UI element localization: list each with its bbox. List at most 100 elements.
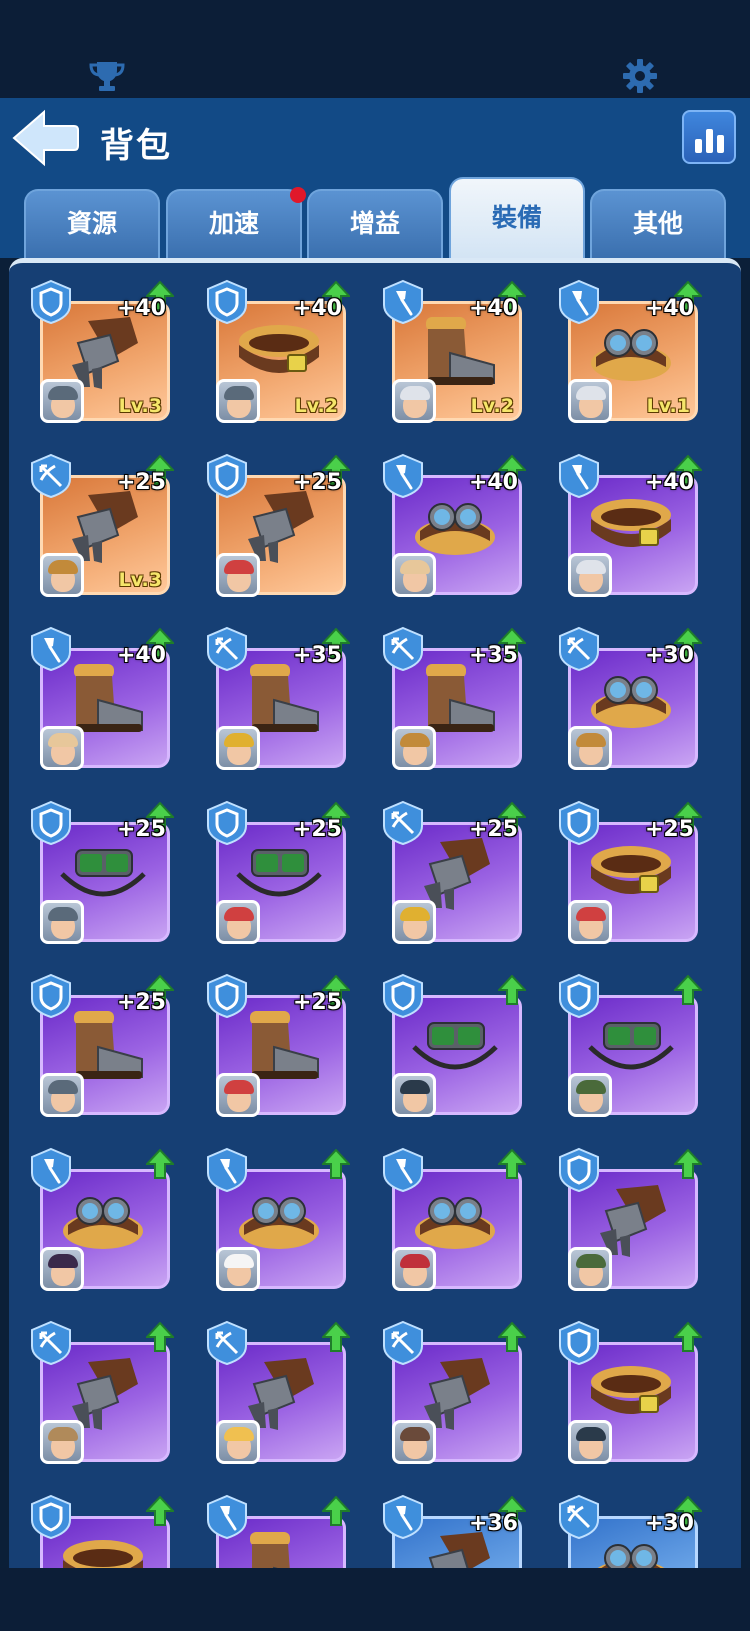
bonus-value: +40 <box>468 296 518 321</box>
equipment-item[interactable]: +25 <box>28 973 176 1121</box>
back-arrow-icon[interactable] <box>10 108 80 168</box>
equipment-item[interactable]: +30 <box>556 1494 704 1568</box>
shield-badge-icon <box>556 973 602 1019</box>
equipment-item[interactable] <box>380 973 528 1121</box>
equipment-item[interactable] <box>556 973 704 1121</box>
tab-2[interactable]: 增益 <box>307 189 443 259</box>
tab-3[interactable]: 裝備 <box>449 177 585 259</box>
equipment-item[interactable] <box>204 1494 352 1568</box>
equipment-item[interactable]: +35 <box>380 626 528 774</box>
equipment-item[interactable]: +25 Lv.3 <box>28 453 176 601</box>
equipment-item[interactable]: +25 <box>204 973 352 1121</box>
shovel-badge-icon <box>28 1147 74 1193</box>
hero-avatar <box>392 1420 436 1464</box>
bonus-value: +30 <box>644 643 694 668</box>
bonus-value: +40 <box>116 296 166 321</box>
tab-label: 加速 <box>208 209 259 238</box>
shield-badge-icon <box>28 1494 74 1540</box>
hero-avatar <box>40 899 84 944</box>
upgrade-arrow-icon <box>672 1148 704 1179</box>
equipment-item[interactable]: +25 <box>28 800 176 948</box>
bonus-value: +36 <box>468 1510 518 1536</box>
upgrade-arrow-icon <box>672 974 704 1005</box>
equipment-item[interactable]: +25 <box>204 800 352 948</box>
notification-dot <box>290 187 306 203</box>
hero-avatar <box>392 899 436 944</box>
equipment-item[interactable]: +36 <box>380 1494 528 1568</box>
equipment-item[interactable]: +25 <box>380 800 528 948</box>
bonus-value: +25 <box>644 816 694 842</box>
shield-badge-icon <box>204 973 250 1019</box>
equipment-item[interactable]: +40 Lv.1 <box>556 279 704 427</box>
equipment-item[interactable]: +30 <box>556 626 704 774</box>
bonus-value: +25 <box>116 469 166 495</box>
equipment-item[interactable]: +40 Lv.2 <box>380 279 528 427</box>
bonus-value: +25 <box>292 816 342 842</box>
equipment-item[interactable] <box>556 1147 704 1295</box>
hero-avatar <box>568 1073 612 1117</box>
equipment-item[interactable] <box>28 1147 176 1295</box>
shield-badge-icon <box>204 279 250 325</box>
bonus-value: +25 <box>116 816 166 842</box>
upgrade-arrow-icon <box>144 1148 176 1179</box>
bonus-value: +40 <box>116 643 166 668</box>
equipment-item[interactable]: +25 <box>556 800 704 948</box>
hero-avatar <box>216 1246 260 1291</box>
trophy-icon[interactable] <box>87 56 127 96</box>
gear-icon[interactable] <box>620 56 660 96</box>
hero-avatar <box>568 1246 612 1291</box>
crossbow-badge-icon <box>556 626 602 672</box>
equipment-item[interactable] <box>204 1320 352 1468</box>
upgrade-arrow-icon <box>496 1321 528 1352</box>
hero-avatar <box>568 899 612 944</box>
shovel-badge-icon <box>204 1147 250 1193</box>
crossbow-badge-icon <box>28 1320 74 1366</box>
bonus-value: +25 <box>292 469 342 495</box>
tab-label: 增益 <box>349 209 400 238</box>
equipment-item[interactable]: +40 <box>556 453 704 601</box>
equipment-item[interactable] <box>380 1147 528 1295</box>
hero-avatar <box>216 552 260 597</box>
equipment-item[interactable]: +40 <box>28 626 176 774</box>
page-title: 背包 <box>100 126 172 166</box>
equipment-item[interactable]: +40 Lv.3 <box>28 279 176 427</box>
hero-avatar <box>392 1073 436 1117</box>
shield-badge-icon <box>556 800 602 846</box>
bonus-value: +35 <box>468 643 518 668</box>
hero-avatar <box>568 379 612 423</box>
equipment-item[interactable] <box>380 1320 528 1468</box>
inventory-screen: 背包 資源 加速 增益 裝備 其他 +40 Lv.3 +40 Lv.2 +40 Lv.2 +40 Lv… <box>0 0 750 1631</box>
equipment-item[interactable]: +40 Lv.2 <box>204 279 352 427</box>
shield-badge-icon <box>204 800 250 846</box>
hero-avatar <box>392 379 436 423</box>
shield-badge-icon <box>204 453 250 499</box>
tab-1[interactable]: 加速 <box>166 187 306 259</box>
shield-badge-icon <box>28 800 74 846</box>
upgrade-arrow-icon <box>496 974 528 1005</box>
bonus-value: +25 <box>468 816 518 842</box>
bonus-value: +40 <box>644 296 694 321</box>
item-level: Lv.2 <box>294 395 338 417</box>
hero-avatar <box>40 1246 84 1291</box>
equipment-item[interactable] <box>204 1147 352 1295</box>
tab-4[interactable]: 其他 <box>590 189 726 259</box>
equipment-item[interactable] <box>556 1320 704 1468</box>
equipment-item[interactable] <box>28 1494 176 1568</box>
crossbow-badge-icon <box>380 800 426 846</box>
equipment-item[interactable]: +35 <box>204 626 352 774</box>
upgrade-arrow-icon <box>320 1495 352 1526</box>
stats-button[interactable] <box>682 110 736 164</box>
item-level: Lv.2 <box>470 395 514 417</box>
shovel-badge-icon <box>28 626 74 672</box>
hero-avatar <box>40 379 84 423</box>
equipment-item[interactable]: +25 <box>204 453 352 601</box>
equipment-item[interactable] <box>28 1320 176 1468</box>
crossbow-badge-icon <box>28 453 74 499</box>
bonus-value: +40 <box>644 469 694 495</box>
hero-avatar <box>392 552 436 597</box>
header: 背包 <box>0 98 750 183</box>
item-level: Lv.3 <box>118 395 162 417</box>
tab-0[interactable]: 資源 <box>24 189 160 259</box>
crossbow-badge-icon <box>556 1494 602 1540</box>
equipment-item[interactable]: +40 <box>380 453 528 601</box>
